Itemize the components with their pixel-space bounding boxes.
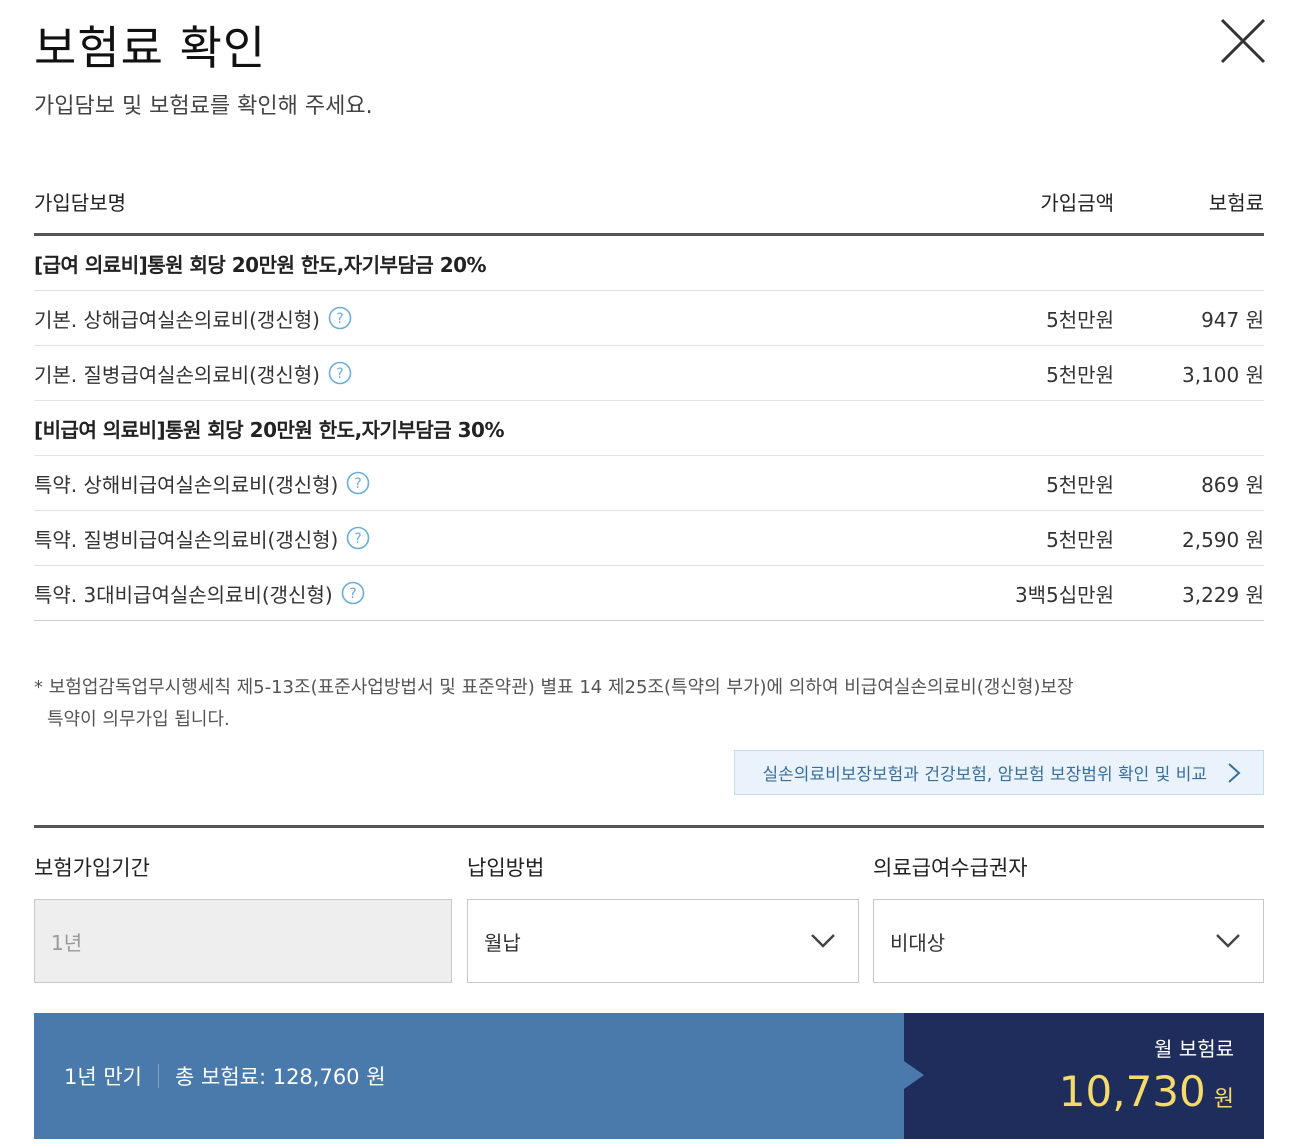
close-icon xyxy=(1220,18,1266,64)
question-circle-icon: ? xyxy=(347,526,370,550)
medical-aid-value: 비대상 xyxy=(890,930,946,955)
coverage-premium: 947 원 xyxy=(1201,307,1264,332)
help-button[interactable]: ? xyxy=(346,471,370,495)
total-premium-text: 총 보험료: 128,760 원 xyxy=(175,1065,386,1089)
svg-text:?: ? xyxy=(349,586,356,602)
monthly-premium-label: 월 보험료 xyxy=(1154,1037,1234,1061)
coverage-group-title: [급여 의료비]통원 회당 20만원 한도,자기부담금 20% xyxy=(34,236,1264,291)
column-header-amount: 가입금액 xyxy=(1040,191,1114,215)
coverage-amount: 5천만원 xyxy=(1046,472,1114,497)
svg-text:?: ? xyxy=(355,476,362,492)
column-header-name: 가입담보명 xyxy=(34,191,126,215)
coverage-name: 특약. 상해비급여실손의료비(갱신형) xyxy=(34,472,339,497)
svg-text:?: ? xyxy=(336,366,343,382)
coverage-name: 기본. 질병급여실손의료비(갱신형) xyxy=(34,362,320,387)
table-row: 특약. 3대비급여실손의료비(갱신형) ? 3백5십만원 3,229 원 xyxy=(34,566,1264,621)
chevron-right-icon xyxy=(1225,762,1243,784)
coverage-compare-label: 실손의료비보장보험과 건강보험, 암보험 보장범위 확인 및 비교 xyxy=(762,765,1207,785)
monthly-premium-unit: 원 xyxy=(1213,1087,1234,1112)
table-row: 기본. 상해급여실손의료비(갱신형) ? 5천만원 947 원 xyxy=(34,291,1264,346)
coverage-premium: 3,100 원 xyxy=(1181,362,1264,387)
premium-summary: 1년 만기 총 보험료: 128,760 원 월 보험료 10,730 원 xyxy=(34,1013,1264,1139)
medical-aid-label: 의료급여수급권자 xyxy=(873,856,1028,880)
question-circle-icon: ? xyxy=(328,361,352,385)
summary-right-panel: 월 보험료 10,730 원 xyxy=(904,1013,1264,1139)
medical-aid-select[interactable]: 비대상 xyxy=(873,899,1264,983)
question-circle-icon: ? xyxy=(347,471,370,495)
notice-line-2: 특약이 의무가입 됩니다. xyxy=(47,709,230,730)
coverage-amount: 5천만원 xyxy=(1046,362,1114,387)
period-field: 1년 xyxy=(34,899,452,983)
term-text: 1년 만기 xyxy=(64,1065,142,1089)
coverage-name: 특약. 3대비급여실손의료비(갱신형) xyxy=(34,582,333,607)
payment-value: 월납 xyxy=(484,930,521,955)
chevron-down-icon xyxy=(810,930,836,952)
table-header: 가입담보명 가입금액 보험료 xyxy=(34,170,1264,236)
payment-label: 납입방법 xyxy=(467,856,545,880)
table-row: 기본. 질병급여실손의료비(갱신형) ? 5천만원 3,100 원 xyxy=(34,346,1264,401)
coverage-amount: 5천만원 xyxy=(1046,527,1114,552)
table-row: 특약. 상해비급여실손의료비(갱신형) ? 5천만원 869 원 xyxy=(34,456,1264,511)
table-row: 특약. 질병비급여실손의료비(갱신형) ? 5천만원 2,590 원 xyxy=(34,511,1264,566)
coverage-premium: 2,590 원 xyxy=(1181,527,1264,552)
question-circle-icon: ? xyxy=(328,306,352,330)
help-button[interactable]: ? xyxy=(346,526,370,550)
svg-text:?: ? xyxy=(336,311,343,327)
question-circle-icon: ? xyxy=(341,581,364,605)
period-label: 보험가입기간 xyxy=(34,856,150,880)
summary-left-panel: 1년 만기 총 보험료: 128,760 원 xyxy=(34,1013,904,1139)
chevron-down-icon xyxy=(1215,930,1241,952)
section-divider xyxy=(34,825,1264,828)
notice-line-1: * 보험업감독업무시행세칙 제5-13조(표준사업방법서 및 표준약관) 별표 … xyxy=(34,677,1074,698)
coverage-premium: 869 원 xyxy=(1201,472,1264,497)
coverage-group-title: [비급여 의료비]통원 회당 20만원 한도,자기부담금 30% xyxy=(34,401,1264,456)
page-subtitle: 가입담보 및 보험료를 확인해 주세요. xyxy=(34,94,373,119)
close-button[interactable] xyxy=(1218,18,1268,64)
summary-divider xyxy=(158,1064,159,1088)
coverage-name: 기본. 상해급여실손의료비(갱신형) xyxy=(34,307,320,332)
coverage-compare-button[interactable]: 실손의료비보장보험과 건강보험, 암보험 보장범위 확인 및 비교 xyxy=(734,750,1264,795)
help-button[interactable]: ? xyxy=(328,306,352,330)
notice-text: * 보험업감독업무시행세칙 제5-13조(표준사업방법서 및 표준약관) 별표 … xyxy=(34,672,1074,736)
coverage-table: 가입담보명 가입금액 보험료 [급여 의료비]통원 회당 20만원 한도,자기부… xyxy=(34,170,1264,621)
coverage-amount: 5천만원 xyxy=(1046,307,1114,332)
period-value: 1년 xyxy=(51,930,83,955)
monthly-premium-value: 10,730 xyxy=(1058,1067,1206,1116)
monthly-premium: 10,730 원 xyxy=(1059,1067,1234,1116)
summary-arrow xyxy=(904,1061,924,1089)
help-button[interactable]: ? xyxy=(328,361,352,385)
svg-text:?: ? xyxy=(355,531,362,547)
coverage-amount: 3백5십만원 xyxy=(1014,582,1114,607)
coverage-name: 특약. 질병비급여실손의료비(갱신형) xyxy=(34,527,339,552)
help-button[interactable]: ? xyxy=(341,581,365,605)
coverage-premium: 3,229 원 xyxy=(1181,582,1264,607)
column-header-premium: 보험료 xyxy=(1208,191,1264,215)
payment-select[interactable]: 월납 xyxy=(467,899,859,983)
page-title: 보험료 확인 xyxy=(34,21,267,75)
